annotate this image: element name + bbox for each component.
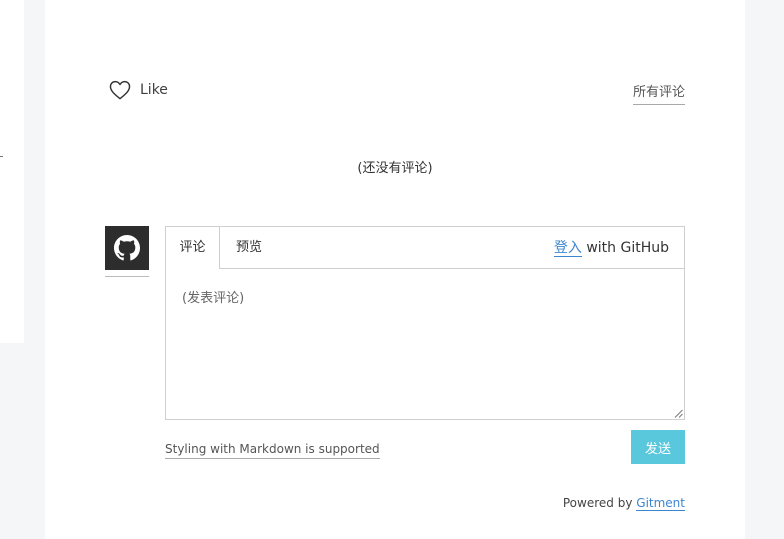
login-suffix: with GitHub bbox=[586, 240, 669, 256]
all-comments-link[interactable]: 所有评论 bbox=[632, 81, 685, 105]
login-link[interactable]: 登入 bbox=[553, 240, 582, 257]
no-comments-text: (还没有评论) bbox=[357, 161, 433, 176]
like-label: Like bbox=[140, 82, 168, 98]
login-area: 登入 with GitHub bbox=[553, 227, 669, 268]
avatar[interactable] bbox=[105, 226, 149, 270]
comment-editor: 评论 预览 登入 with GitHub bbox=[165, 226, 685, 420]
left-panel-tick bbox=[0, 156, 3, 157]
github-icon bbox=[114, 235, 140, 261]
tab-comment[interactable]: 评论 bbox=[166, 227, 220, 269]
markdown-help-link[interactable]: Styling with Markdown is supported bbox=[165, 442, 380, 459]
avatar-underline bbox=[105, 276, 149, 277]
gitment-link[interactable]: Gitment bbox=[636, 496, 685, 511]
resize-handle-icon[interactable] bbox=[674, 409, 683, 418]
powered-by: Powered by Gitment bbox=[562, 496, 685, 511]
powered-by-prefix: Powered by bbox=[562, 496, 633, 510]
comment-section: Like 所有评论 (还没有评论) 评论 预览 登入 with GitHub (… bbox=[45, 0, 745, 539]
comment-textarea[interactable] bbox=[166, 269, 684, 419]
like-button[interactable]: Like bbox=[109, 79, 168, 101]
heart-outline-icon bbox=[109, 80, 131, 100]
editor-body bbox=[166, 269, 684, 419]
tab-preview[interactable]: 预览 bbox=[236, 227, 262, 268]
send-button[interactable]: 发送 bbox=[631, 430, 685, 464]
editor-header: 评论 预览 登入 with GitHub bbox=[166, 227, 684, 269]
left-panel bbox=[0, 0, 24, 343]
